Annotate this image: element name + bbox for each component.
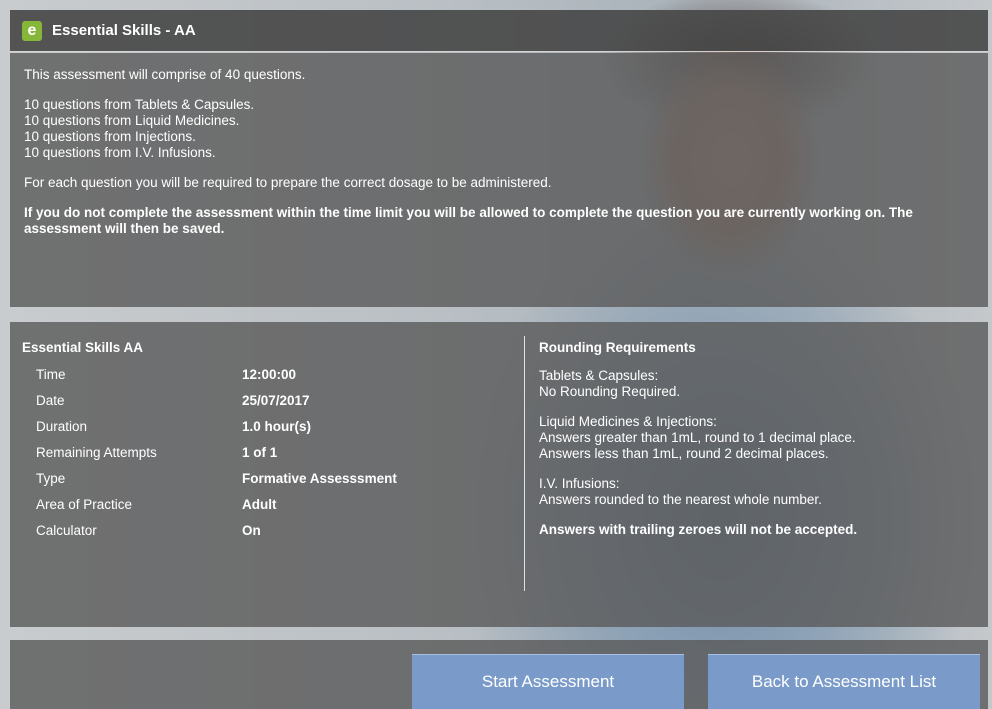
detail-label: Date xyxy=(36,393,65,408)
assessment-details: Essential Skills AA Time 12:00:00 Date 2… xyxy=(10,322,988,627)
rounding-rule: No Rounding Required. xyxy=(539,384,681,399)
detail-label: Duration xyxy=(36,419,88,434)
action-bar: Start Assessment Back to Assessment List xyxy=(10,640,988,709)
detail-label: Remaining Attempts xyxy=(36,445,157,460)
rounding-rule: Answers less than 1mL, round 2 decimal p… xyxy=(539,446,829,461)
app-logo-icon: e xyxy=(22,20,42,41)
detail-value: 1 of 1 xyxy=(242,445,278,460)
detail-row-calculator: Calculator On xyxy=(22,523,502,549)
rounding-heading: Rounding Requirements xyxy=(539,340,696,355)
details-heading: Essential Skills AA xyxy=(22,340,144,355)
start-assessment-button[interactable]: Start Assessment xyxy=(412,654,684,709)
question-line: 10 questions from Tablets & Capsules. xyxy=(24,97,255,112)
detail-row-duration: Duration 1.0 hour(s) xyxy=(22,419,502,445)
rounding-rule: Answers greater than 1mL, round to 1 dec… xyxy=(539,430,856,445)
question-line: 10 questions from Liquid Medicines. xyxy=(24,113,240,128)
rounding-category: Liquid Medicines & Injections: xyxy=(539,414,717,429)
intro-summary: This assessment will comprise of 40 ques… xyxy=(24,67,306,82)
question-line: 10 questions from Injections. xyxy=(24,129,196,144)
prepare-instruction: For each question you will be required t… xyxy=(24,175,552,190)
detail-label: Area of Practice xyxy=(36,497,133,512)
question-line: 10 questions from I.V. Infusions. xyxy=(24,145,216,160)
column-divider xyxy=(524,336,525,591)
back-to-assessment-list-button[interactable]: Back to Assessment List xyxy=(708,654,980,709)
details-column: Essential Skills AA Time 12:00:00 Date 2… xyxy=(22,340,502,549)
detail-row-time: Time 12:00:00 xyxy=(22,367,502,393)
rounding-liquid: Liquid Medicines & Injections: Answers g… xyxy=(539,414,979,462)
question-breakdown: 10 questions from Tablets & Capsules. 10… xyxy=(24,97,974,161)
detail-value: Formative Assesssment xyxy=(242,471,397,486)
window-title-bar: e Essential Skills - AA xyxy=(10,10,988,52)
rounding-category: I.V. Infusions: xyxy=(539,476,620,491)
detail-row-type: Type Formative Assesssment xyxy=(22,471,502,497)
detail-row-remaining-attempts: Remaining Attempts 1 of 1 xyxy=(22,445,502,471)
time-limit-warning: If you do not complete the assessment wi… xyxy=(24,205,913,236)
window-title: Essential Skills - AA xyxy=(52,22,196,39)
detail-row-date: Date 25/07/2017 xyxy=(22,393,502,419)
rounding-requirements: Rounding Requirements Tablets & Capsules… xyxy=(539,340,979,552)
rounding-tablets: Tablets & Capsules: No Rounding Required… xyxy=(539,368,979,400)
detail-value: Adult xyxy=(242,497,277,512)
assessment-intro: This assessment will comprise of 40 ques… xyxy=(10,53,988,307)
rounding-iv: I.V. Infusions: Answers rounded to the n… xyxy=(539,476,979,508)
rounding-rule: Answers rounded to the nearest whole num… xyxy=(539,492,822,507)
detail-value: 1.0 hour(s) xyxy=(242,419,312,434)
detail-label: Type xyxy=(36,471,66,486)
detail-value: On xyxy=(242,523,261,538)
trailing-zeroes-note: Answers with trailing zeroes will not be… xyxy=(539,522,858,537)
detail-label: Calculator xyxy=(36,523,97,538)
detail-row-area-of-practice: Area of Practice Adult xyxy=(22,497,502,523)
detail-label: Time xyxy=(36,367,66,382)
detail-value: 12:00:00 xyxy=(242,367,297,382)
rounding-category: Tablets & Capsules: xyxy=(539,368,659,383)
detail-value: 25/07/2017 xyxy=(242,393,310,408)
